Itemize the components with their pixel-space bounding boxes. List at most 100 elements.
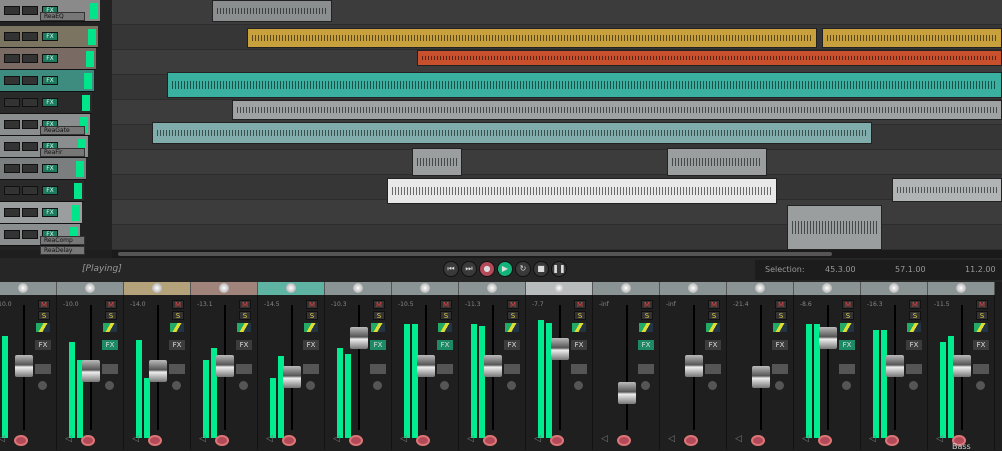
envelope-button[interactable] (638, 364, 654, 374)
phase-button[interactable] (840, 323, 854, 332)
phase-button[interactable] (773, 323, 787, 332)
horizontal-scrollbar[interactable] (112, 250, 1002, 258)
pan-knob[interactable] (621, 283, 631, 293)
routing-button[interactable] (976, 381, 985, 390)
solo-button[interactable]: S (976, 311, 988, 320)
track-header[interactable]: FX (0, 202, 82, 224)
phase-button[interactable] (371, 323, 385, 332)
record-button[interactable]: ● (479, 261, 495, 277)
volume-fader[interactable] (752, 365, 770, 388)
fx-button[interactable]: FX (42, 164, 58, 173)
envelope-button[interactable] (437, 364, 453, 374)
record-arm-button[interactable] (684, 435, 698, 446)
solo-button[interactable]: S (38, 311, 50, 320)
fx-button[interactable]: FX (42, 54, 58, 63)
fx-button[interactable]: FX (35, 340, 51, 350)
record-arm-button[interactable] (81, 435, 95, 446)
volume-fader[interactable] (149, 360, 167, 382)
record-arm-button[interactable] (751, 435, 765, 446)
solo-button[interactable]: S (641, 311, 653, 320)
scrollbar-thumb[interactable] (118, 252, 832, 256)
phase-button[interactable] (170, 323, 184, 332)
record-arm-button[interactable] (617, 435, 631, 446)
envelope-button[interactable] (303, 364, 319, 374)
record-arm-button[interactable] (885, 435, 899, 446)
routing-button[interactable] (507, 381, 516, 390)
fx-button[interactable]: FX (303, 340, 319, 350)
pan-knob[interactable] (554, 283, 564, 293)
fx-button[interactable]: FX (169, 340, 185, 350)
pan-knob[interactable] (487, 283, 497, 293)
volume-fader[interactable] (685, 354, 703, 377)
phase-button[interactable] (639, 323, 653, 332)
audio-clip[interactable] (412, 148, 462, 176)
plugin-slot[interactable]: ReaGate (40, 126, 85, 135)
envelope-button[interactable] (906, 364, 922, 374)
routing-button[interactable] (708, 381, 717, 390)
phase-button[interactable] (907, 323, 921, 332)
plugin-slot[interactable]: ReaDelay (40, 246, 85, 255)
mute-button[interactable] (4, 186, 20, 195)
pan-knob[interactable] (353, 283, 363, 293)
mute-button[interactable]: M (708, 300, 720, 309)
repeat-button[interactable]: ↻ (515, 261, 531, 277)
pan-knob[interactable] (286, 283, 296, 293)
envelope-button[interactable] (370, 364, 386, 374)
pan-knob[interactable] (956, 283, 966, 293)
mute-button[interactable]: M (641, 300, 653, 309)
solo-button[interactable]: S (507, 311, 519, 320)
volume-fader[interactable] (283, 365, 301, 388)
solo-button[interactable] (22, 186, 38, 195)
mute-button[interactable]: M (507, 300, 519, 309)
mute-button[interactable]: M (775, 300, 787, 309)
solo-button[interactable] (22, 32, 38, 41)
solo-button[interactable]: S (373, 311, 385, 320)
mute-button[interactable]: M (842, 300, 854, 309)
fx-button[interactable]: FX (638, 340, 654, 350)
solo-button[interactable]: S (574, 311, 586, 320)
fx-button[interactable]: FX (42, 98, 58, 107)
audio-clip[interactable] (152, 122, 872, 144)
track-header[interactable]: FX (0, 70, 94, 92)
record-arm-button[interactable] (483, 435, 497, 446)
envelope-button[interactable] (973, 364, 989, 374)
solo-button[interactable] (22, 120, 38, 129)
track-header[interactable]: FX (0, 26, 98, 48)
pan-knob[interactable] (18, 283, 28, 293)
mute-button[interactable]: M (105, 300, 117, 309)
track-header[interactable]: FX (0, 92, 92, 114)
audio-clip[interactable] (232, 100, 1002, 120)
solo-button[interactable] (22, 164, 38, 173)
mute-button[interactable] (4, 76, 20, 85)
envelope-button[interactable] (169, 364, 185, 374)
record-arm-button[interactable] (818, 435, 832, 446)
audio-clip[interactable] (667, 148, 767, 176)
envelope-button[interactable] (772, 364, 788, 374)
track-header[interactable]: FX (0, 158, 86, 180)
routing-button[interactable] (641, 381, 650, 390)
fx-button[interactable]: FX (772, 340, 788, 350)
envelope-button[interactable] (102, 364, 118, 374)
solo-button[interactable] (22, 98, 38, 107)
solo-button[interactable] (22, 208, 38, 217)
fx-button[interactable]: FX (906, 340, 922, 350)
phase-button[interactable] (304, 323, 318, 332)
go-start-button[interactable]: ⏮ (443, 261, 459, 277)
track-header[interactable]: FX (0, 180, 84, 202)
record-arm-button[interactable] (14, 435, 28, 446)
pause-button[interactable]: ❚❚ (551, 261, 567, 277)
fx-button[interactable]: FX (571, 340, 587, 350)
volume-fader[interactable] (15, 354, 33, 377)
fx-button[interactable]: FX (437, 340, 453, 350)
mute-button[interactable] (4, 6, 20, 15)
envelope-button[interactable] (504, 364, 520, 374)
audio-clip[interactable] (417, 50, 1002, 66)
go-end-button[interactable]: ⏭ (461, 261, 477, 277)
phase-button[interactable] (36, 323, 50, 332)
routing-button[interactable] (842, 381, 851, 390)
record-arm-button[interactable] (550, 435, 564, 446)
mute-button[interactable]: M (373, 300, 385, 309)
mute-button[interactable] (4, 164, 20, 173)
solo-button[interactable]: S (440, 311, 452, 320)
audio-clip[interactable] (822, 28, 1002, 48)
